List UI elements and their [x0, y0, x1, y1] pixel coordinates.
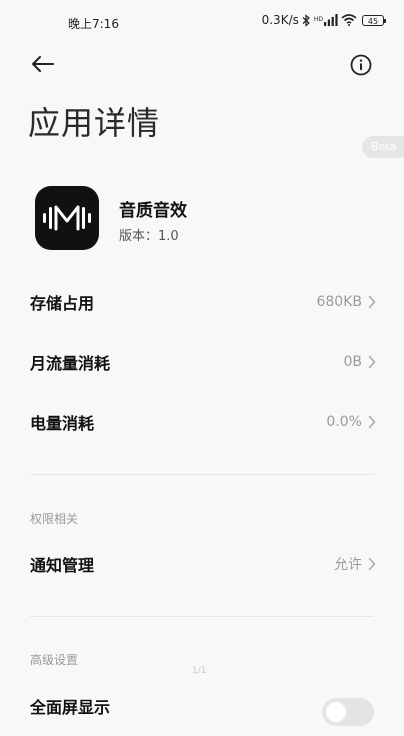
info-button[interactable] [348, 52, 374, 78]
bluetooth-icon [302, 13, 310, 27]
soundwave-m-logo-icon [43, 205, 91, 231]
app-icon [35, 186, 99, 250]
fullscreen-toggle[interactable] [322, 698, 374, 726]
signal-icon [324, 14, 338, 26]
status-time: 晚上7:16 [68, 17, 119, 31]
battery-icon: 45 [362, 14, 386, 26]
network-speed: 0.3K/s [261, 13, 299, 27]
toggle-knob [326, 702, 346, 722]
chevron-right-icon [368, 355, 376, 369]
page-title: 应用详情 [28, 104, 161, 142]
fullscreen-display-row[interactable]: 全面屏显示 [30, 676, 310, 736]
battery-usage-row[interactable]: 电量消耗 0.0% [30, 392, 376, 452]
battery-usage-label: 电量消耗 [30, 414, 95, 433]
page-indicator: 1/1 [192, 666, 207, 676]
divider [30, 616, 374, 617]
chevron-right-icon [368, 295, 376, 309]
beta-badge[interactable]: Beta [362, 136, 404, 158]
battery-usage-value: 0.0% [326, 414, 362, 430]
chevron-right-icon [368, 557, 376, 571]
info-icon [350, 54, 372, 76]
data-usage-row[interactable]: 月流量消耗 0B [30, 332, 376, 392]
back-button[interactable] [28, 50, 58, 78]
divider [30, 474, 374, 475]
storage-value: 680KB [316, 294, 362, 310]
hd-label: HD [313, 16, 323, 23]
storage-row[interactable]: 存储占用 680KB [30, 272, 376, 332]
storage-label: 存储占用 [30, 294, 95, 313]
notification-management-row[interactable]: 通知管理 允许 [30, 534, 376, 594]
status-bar: 晚上7:16 0.3K/s HD 45 [0, 0, 404, 44]
data-usage-value: 0B [343, 354, 362, 370]
notification-value: 允许 [334, 557, 362, 573]
status-icons: 0.3K/s HD 45 [261, 13, 386, 27]
advanced-section-header: 高级设置 [30, 653, 79, 667]
permissions-section-header: 权限相关 [30, 512, 79, 526]
fullscreen-label: 全面屏显示 [30, 698, 111, 717]
data-usage-label: 月流量消耗 [30, 354, 111, 373]
arrow-left-icon [32, 56, 54, 72]
wifi-icon [341, 14, 357, 26]
app-version: 版本：1.0 [119, 229, 179, 244]
chevron-right-icon [368, 415, 376, 429]
app-name: 音质音效 [119, 201, 187, 221]
notification-label: 通知管理 [30, 556, 95, 575]
